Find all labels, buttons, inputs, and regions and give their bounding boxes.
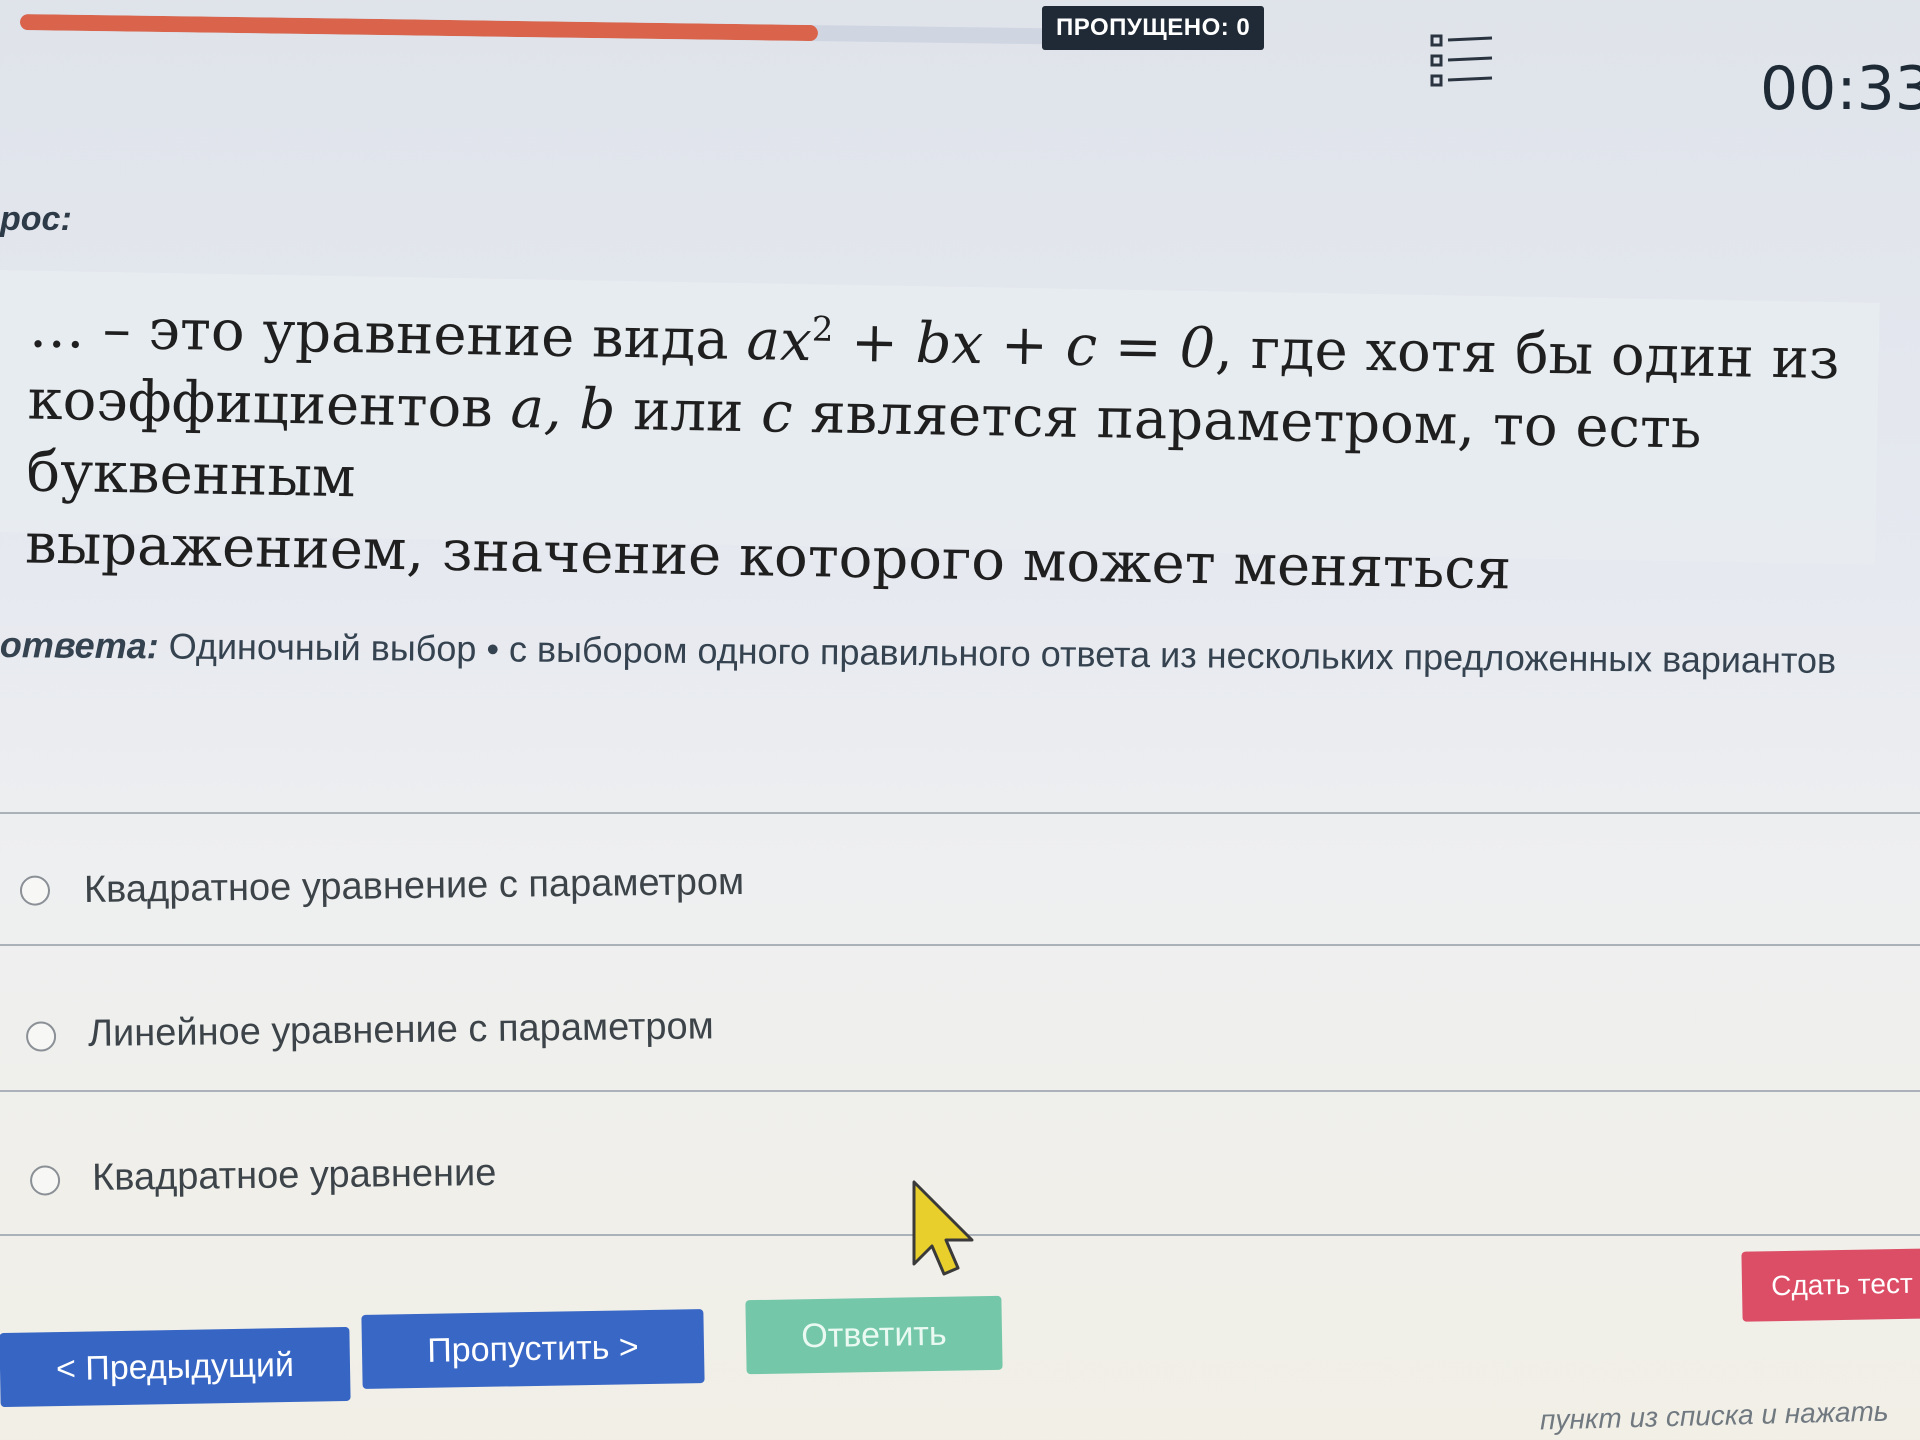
formula-c: c [760,380,794,446]
divider [0,944,1920,946]
question-list-icon[interactable] [1428,30,1496,94]
question-line3: выражением, значение которого может меня… [24,511,1512,603]
formula-ax: ax [746,308,813,375]
formula-sup: 2 [811,309,834,350]
answer-type: ответа: Одиночный выбор • с выбором одно… [0,624,1836,682]
option-2[interactable]: Линейное уравнение с параметром [0,947,1920,1090]
option-label: Линейное уравнение с параметром [87,1005,714,1055]
previous-button[interactable]: < Предыдущий [0,1326,351,1408]
question-line2-mid: или [614,377,762,446]
question-label: рос: [0,200,72,238]
option-1[interactable]: Квадратное уравнение с параметром [0,809,1920,952]
submit-test-button[interactable]: Сдать тест [1741,1248,1920,1322]
question-line2-start: коэффициентов [27,367,512,441]
skipped-badge: ПРОПУЩЕНО: 0 [1042,6,1265,50]
timer: 00:33: [1760,54,1920,124]
question-text-prefix: … – это уравнение вида [28,295,748,374]
top-bar: ПРОПУЩЕНО: 0 00:33: [0,0,1920,124]
divider [0,1090,1920,1092]
footer-hint: пункт из списка и нажать [1539,1395,1889,1436]
mouse-cursor-icon [912,1180,974,1276]
radio-button[interactable] [19,875,51,906]
answer-type-value: Одиночный выбор • с выбором одного прави… [168,625,1837,682]
question-box: … – это уравнение вида ax2 + bx + c = 0,… [0,270,1880,602]
radio-button[interactable] [29,1165,61,1196]
progress-fill [19,14,819,42]
answer-button[interactable]: Ответить [745,1295,1003,1375]
question-text: … – это уравнение вида ax2 + bx + c = 0,… [25,293,1850,613]
option-label: Квадратное уравнение [91,1151,497,1199]
answer-type-label: ответа: [0,624,159,667]
formula-rest: + bx + c = 0 [832,309,1216,382]
option-label: Квадратное уравнение с параметром [83,860,745,911]
question-line1-end: , где хотя бы один из [1214,316,1841,393]
radio-button[interactable] [25,1021,57,1052]
formula-coeffs: a, b [509,375,616,443]
skip-button[interactable]: Пропустить > [361,1309,705,1389]
